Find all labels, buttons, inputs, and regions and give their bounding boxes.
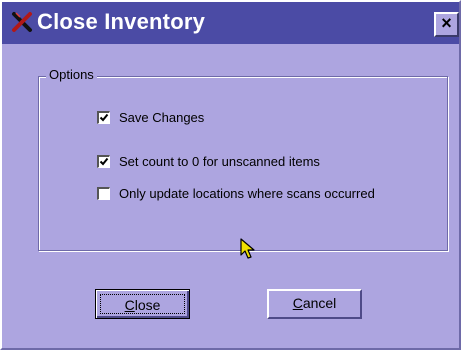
cancel-button[interactable]: Cancel bbox=[267, 289, 362, 319]
app-x-icon bbox=[12, 12, 32, 32]
only-update-scanned-locations-label: Only update locations where scans occurr… bbox=[119, 185, 375, 201]
save-changes-checkbox[interactable] bbox=[97, 110, 110, 124]
only-update-scanned-locations-checkbox[interactable] bbox=[97, 186, 110, 200]
title-bar[interactable]: Close Inventory × bbox=[2, 2, 459, 44]
set-count-zero-label: Set count to 0 for unscanned items bbox=[119, 153, 320, 169]
close-inventory-dialog: Close Inventory × Options Save Changes S… bbox=[0, 0, 461, 350]
focus-rectangle: Close bbox=[100, 294, 185, 314]
checkmark-icon bbox=[99, 157, 109, 165]
set-count-zero-option[interactable]: Set count to 0 for unscanned items bbox=[97, 152, 320, 170]
save-changes-label: Save Changes bbox=[119, 109, 205, 125]
window-close-button[interactable]: × bbox=[434, 12, 459, 37]
set-count-zero-checkbox[interactable] bbox=[97, 154, 110, 168]
save-changes-option[interactable]: Save Changes bbox=[97, 108, 204, 126]
only-update-scanned-locations-option[interactable]: Only update locations where scans occurr… bbox=[97, 184, 375, 202]
checkmark-icon bbox=[99, 113, 109, 121]
mouse-pointer-icon bbox=[240, 238, 255, 259]
window-title: Close Inventory bbox=[37, 9, 206, 34]
options-group-label: Options bbox=[46, 67, 97, 83]
close-icon: × bbox=[441, 13, 452, 33]
close-button[interactable]: Close bbox=[95, 289, 190, 319]
